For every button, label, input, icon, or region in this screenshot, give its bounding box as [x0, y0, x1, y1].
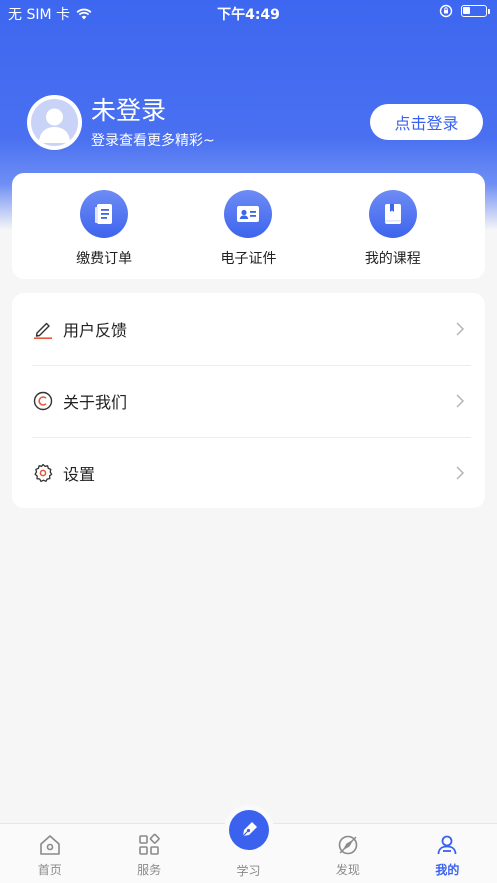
document-icon — [80, 190, 129, 238]
book-icon — [368, 190, 417, 238]
status-time: 下午4:49 — [217, 7, 280, 23]
compass-icon — [338, 835, 358, 855]
tab-study[interactable]: 学习 — [199, 810, 298, 883]
menu-item-about[interactable]: 关于我们 — [12, 365, 485, 437]
profile-text: 未登录 登录查看更多精彩~ — [91, 96, 215, 150]
menu-item-label: 用户反馈 — [63, 321, 128, 340]
chevron-right-icon — [456, 466, 465, 480]
pen-nib-icon — [228, 810, 269, 850]
menu-item-label: 关于我们 — [63, 393, 128, 412]
tab-services[interactable]: 服务 — [99, 824, 198, 883]
tab-label: 服务 — [137, 863, 162, 877]
quick-action-certificates[interactable]: 电子证件 — [188, 173, 308, 279]
pencil-icon — [32, 318, 54, 340]
status-bar: 无 SIM 卡 下午4:49 — [0, 0, 497, 26]
menu-item-settings[interactable]: 设置 — [12, 437, 485, 509]
gear-icon — [32, 462, 54, 484]
profile-name: 未登录 — [91, 95, 167, 125]
quick-action-orders[interactable]: 缴费订单 — [44, 173, 164, 279]
grid-icon — [139, 833, 160, 855]
tab-label: 发现 — [335, 863, 360, 877]
tab-label: 首页 — [37, 863, 62, 877]
tab-discover[interactable]: 发现 — [298, 824, 397, 883]
chevron-right-icon — [456, 394, 465, 408]
tab-bar: 首页 服务 学习 发现 我的 — [0, 810, 497, 883]
tab-label: 我的 — [435, 863, 460, 877]
status-right — [439, 4, 490, 18]
orientation-lock-icon — [439, 4, 453, 18]
tab-mine[interactable]: 我的 — [398, 824, 497, 883]
quick-actions-card: 缴费订单 电子证件 我的课程 — [12, 173, 485, 279]
profile-subtitle: 登录查看更多精彩~ — [91, 132, 215, 149]
menu-item-label: 设置 — [63, 465, 96, 484]
menu-card: 用户反馈 关于我们 设置 — [12, 293, 485, 508]
home-icon — [39, 835, 60, 855]
copyright-icon — [32, 390, 54, 412]
profile-section: 未登录 登录查看更多精彩~ — [27, 95, 215, 150]
login-button[interactable]: 点击登录 — [370, 104, 483, 140]
quick-action-label: 缴费订单 — [76, 251, 133, 267]
quick-action-courses[interactable]: 我的课程 — [333, 173, 453, 279]
avatar-placeholder-icon — [31, 99, 78, 146]
chevron-right-icon — [456, 322, 465, 336]
avatar[interactable] — [27, 95, 82, 150]
quick-action-label: 我的课程 — [364, 251, 421, 267]
id-card-icon — [224, 190, 273, 238]
battery-icon — [461, 5, 490, 17]
tab-home[interactable]: 首页 — [0, 824, 99, 883]
menu-item-feedback[interactable]: 用户反馈 — [12, 293, 485, 365]
tab-label: 学习 — [236, 864, 261, 878]
user-icon — [437, 835, 457, 855]
quick-action-label: 电子证件 — [220, 251, 277, 267]
